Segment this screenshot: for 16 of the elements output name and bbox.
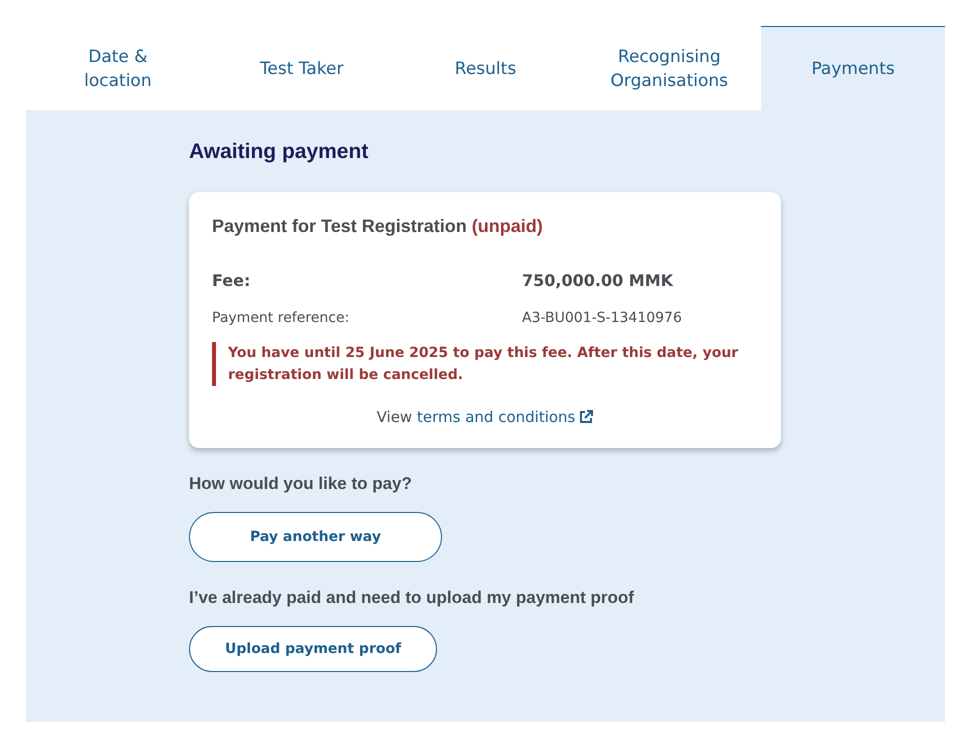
field-label: Payment reference:	[212, 310, 350, 326]
field-label: Fee:	[212, 271, 252, 290]
action-button[interactable]: Upload payment proof	[189, 626, 438, 672]
field-value: 750,000.00 MMK	[522, 271, 674, 290]
terms-link[interactable]: terms and conditions	[417, 408, 576, 426]
question-label: I’ve already paid and need to upload my payment proof	[189, 588, 635, 608]
question-label: How would you like to pay?	[189, 474, 413, 494]
card-title: Payment for Test Registration	[212, 216, 467, 236]
external-link-icon	[579, 410, 594, 424]
action-button[interactable]: Pay another way	[189, 512, 442, 562]
tab[interactable]: Payments	[761, 26, 945, 110]
deadline-warning: You have until 25 June 2025 to pay this fee. After this date, your registration will be cancelled.	[212, 342, 758, 386]
status-label: (unpaid)	[472, 216, 543, 236]
field-value: A3-BU001-S-13410976	[522, 310, 683, 326]
terms-prefix: View	[376, 408, 412, 426]
page-heading: Awaiting payment	[189, 140, 370, 164]
